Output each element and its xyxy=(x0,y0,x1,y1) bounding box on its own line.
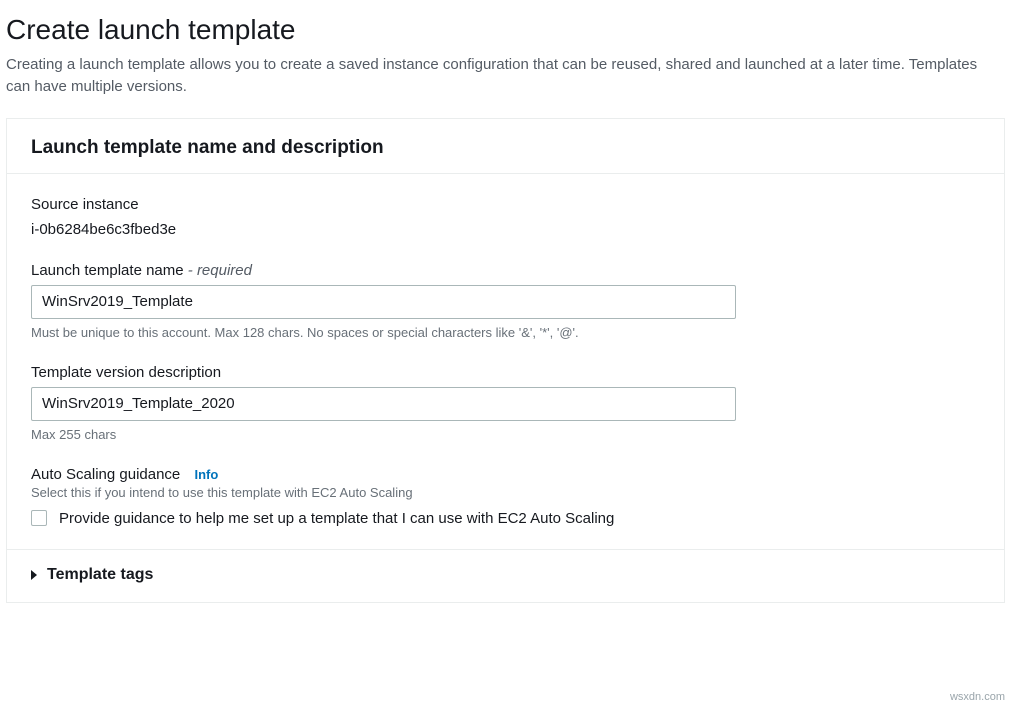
caret-right-icon xyxy=(31,570,37,580)
source-instance-block: Source instance i-0b6284be6c3fbed3e xyxy=(31,196,980,238)
auto-scaling-block: Auto Scaling guidance Info Select this i… xyxy=(31,466,980,527)
template-desc-label: Template version description xyxy=(31,364,980,381)
auto-scaling-label: Auto Scaling guidance Info xyxy=(31,466,218,483)
template-name-label: Launch template name - required xyxy=(31,262,980,279)
panel-header: Launch template name and description xyxy=(7,119,1004,174)
template-desc-input[interactable] xyxy=(31,387,736,421)
launch-template-panel: Launch template name and description Sou… xyxy=(6,118,1005,603)
page-description: Creating a launch template allows you to… xyxy=(6,54,1005,98)
template-name-hint: Must be unique to this account. Max 128 … xyxy=(31,325,980,340)
template-name-required: - required xyxy=(184,262,252,279)
watermark: wsxdn.com xyxy=(950,691,1005,703)
panel-title: Launch template name and description xyxy=(31,137,980,159)
template-name-input[interactable] xyxy=(31,285,736,319)
template-desc-hint: Max 255 chars xyxy=(31,427,980,442)
auto-scaling-sub: Select this if you intend to use this te… xyxy=(31,485,980,500)
page-title: Create launch template xyxy=(6,14,1005,46)
template-desc-block: Template version description Max 255 cha… xyxy=(31,364,980,442)
template-name-block: Launch template name - required Must be … xyxy=(31,262,980,340)
auto-scaling-info-link[interactable]: Info xyxy=(194,467,218,482)
source-instance-value: i-0b6284be6c3fbed3e xyxy=(31,221,980,238)
source-instance-label: Source instance xyxy=(31,196,980,213)
template-tags-toggle[interactable]: Template tags xyxy=(7,549,1004,602)
auto-scaling-checkbox[interactable] xyxy=(31,510,47,526)
auto-scaling-checkbox-label: Provide guidance to help me set up a tem… xyxy=(59,510,614,527)
template-tags-title: Template tags xyxy=(47,566,153,584)
template-name-label-text: Launch template name xyxy=(31,262,184,279)
auto-scaling-label-text: Auto Scaling guidance xyxy=(31,466,180,483)
auto-scaling-checkbox-row: Provide guidance to help me set up a tem… xyxy=(31,510,980,527)
